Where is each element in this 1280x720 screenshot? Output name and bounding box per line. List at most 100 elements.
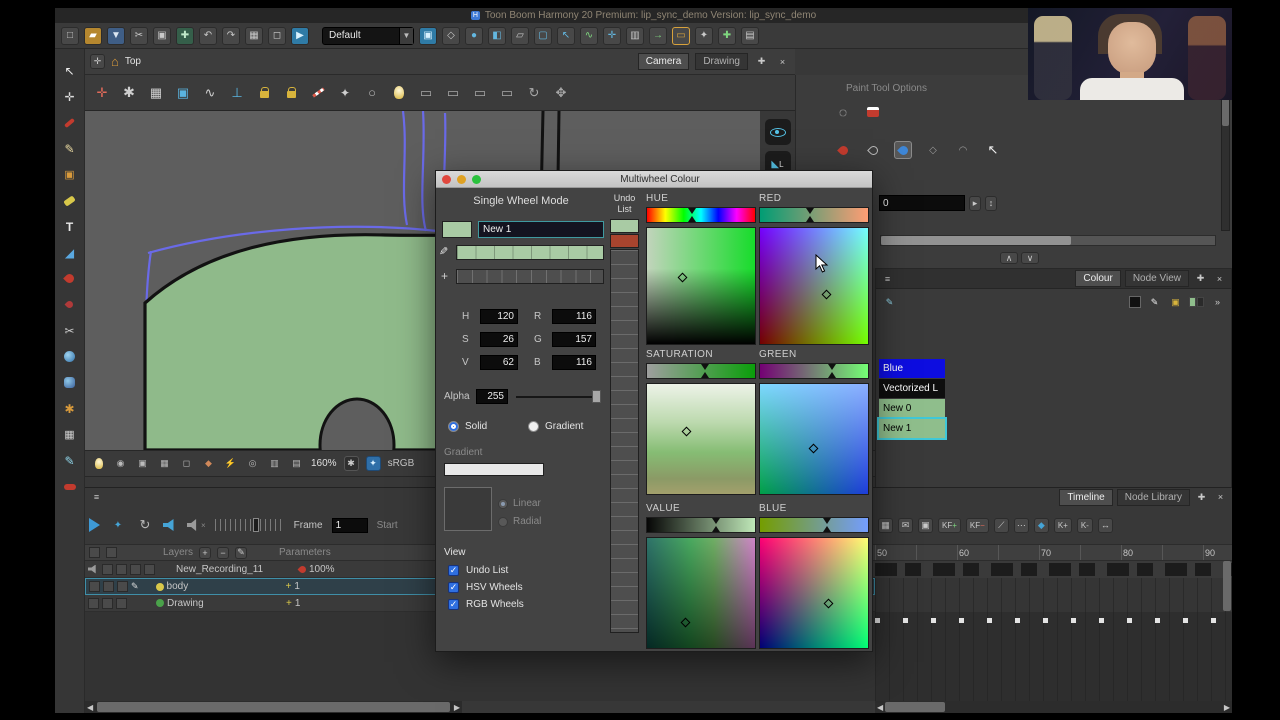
- playback-mode-icon[interactable]: [109, 516, 127, 534]
- outline-mode-icon[interactable]: [179, 456, 194, 471]
- panel-down-icon[interactable]: [1021, 252, 1039, 264]
- layer-param[interactable]: 1: [294, 581, 324, 592]
- timeline-close-view-icon[interactable]: [1213, 490, 1228, 505]
- value-square-marker[interactable]: [680, 617, 690, 628]
- layer-props-icon[interactable]: [741, 26, 759, 45]
- repaint-mode-icon[interactable]: [896, 143, 910, 157]
- red-bar[interactable]: [759, 207, 869, 223]
- blue-square-marker[interactable]: [823, 598, 834, 609]
- rotate-view-tool[interactable]: [64, 351, 75, 362]
- new-palette-icon[interactable]: [1168, 295, 1183, 310]
- workspace-dropdown[interactable]: Default ▼: [322, 26, 414, 45]
- ruler-icon[interactable]: [311, 87, 325, 98]
- light-mode-icon[interactable]: [94, 458, 103, 469]
- select-tool[interactable]: [62, 63, 77, 78]
- tab-drawing[interactable]: Drawing: [695, 53, 748, 70]
- k-plus-button[interactable]: K+: [1053, 517, 1072, 533]
- row-toggle[interactable]: [103, 581, 114, 592]
- ink-tool[interactable]: [62, 453, 77, 468]
- eraser-tool[interactable]: [63, 194, 76, 207]
- lock-icon[interactable]: [259, 87, 269, 98]
- expand-param-icon[interactable]: +: [286, 598, 292, 609]
- alpha-field[interactable]: 255: [476, 389, 508, 404]
- volume-slider-handle[interactable]: [252, 518, 259, 532]
- alpha-slider-handle[interactable]: [592, 390, 601, 403]
- paint-unpainted-icon[interactable]: [866, 143, 880, 157]
- green-square[interactable]: [759, 383, 869, 495]
- scroll-right-icon[interactable]: [1222, 703, 1232, 712]
- color-space-icon[interactable]: [365, 456, 381, 471]
- b-field[interactable]: 116: [552, 355, 596, 370]
- hand-tool[interactable]: [64, 377, 75, 388]
- hold-icon[interactable]: [1013, 517, 1029, 533]
- edit-in-place-icon[interactable]: [131, 581, 139, 592]
- grid-tool[interactable]: [62, 427, 77, 442]
- blue-square[interactable]: [759, 537, 869, 649]
- pencil-tool[interactable]: [62, 141, 77, 156]
- row-toggle[interactable]: [116, 597, 127, 609]
- add-view-icon[interactable]: [754, 54, 769, 69]
- save-icon[interactable]: [107, 26, 125, 45]
- alpha-slider-track[interactable]: [516, 396, 600, 398]
- align-bottom-icon[interactable]: [228, 84, 246, 102]
- row-toggle[interactable]: [117, 581, 128, 592]
- gradient-preview-bar[interactable]: [444, 463, 544, 476]
- saturation-square[interactable]: [646, 383, 756, 495]
- layer-param[interactable]: 1: [295, 598, 325, 609]
- panels-icon[interactable]: [626, 26, 644, 45]
- brush-tool[interactable]: [64, 117, 75, 128]
- green-bar-marker-top[interactable]: [828, 364, 837, 370]
- flat-tool-icon-4[interactable]: [498, 84, 516, 102]
- row-toggle[interactable]: [144, 563, 155, 575]
- stencil-brush-icon[interactable]: [867, 107, 879, 117]
- effects-icon[interactable]: [695, 26, 713, 45]
- unpaint-mode-icon[interactable]: [924, 141, 942, 159]
- value-bar-marker-top[interactable]: [711, 518, 720, 524]
- pick-arrow-icon[interactable]: [984, 141, 1002, 159]
- layer-name[interactable]: New_Recording_11: [176, 564, 296, 575]
- pan-icon[interactable]: [552, 84, 570, 102]
- fit-range-icon[interactable]: [1097, 517, 1113, 533]
- linear-radio[interactable]: [498, 499, 508, 509]
- colour-swatch-row[interactable]: Vectorized L: [879, 379, 945, 398]
- volume-slider[interactable]: [214, 518, 285, 532]
- field-stepper-icon[interactable]: [985, 195, 997, 211]
- curve-icon[interactable]: [580, 26, 598, 45]
- scroll-thumb[interactable]: [97, 702, 450, 712]
- overflow-icon[interactable]: [1210, 295, 1225, 310]
- frame-ruler[interactable]: 50 60 70 80 90: [875, 544, 1232, 561]
- remove-keyframe-button[interactable]: KF −: [965, 517, 989, 533]
- sound-on-icon[interactable]: [163, 519, 174, 531]
- tab-camera[interactable]: Camera: [637, 53, 690, 70]
- options-hscrollbar[interactable]: [880, 235, 1216, 246]
- thumbnail-icon[interactable]: [289, 456, 304, 471]
- scroll-right-icon[interactable]: [452, 703, 462, 712]
- rename-colour-icon[interactable]: [1147, 295, 1162, 310]
- copy-icon[interactable]: [153, 26, 171, 45]
- colour-close-view-icon[interactable]: [1212, 271, 1227, 286]
- layer-param[interactable]: 100%: [309, 564, 345, 575]
- capsule-tool[interactable]: [63, 483, 76, 490]
- close-dialog-button[interactable]: [442, 174, 451, 184]
- monitor-icon[interactable]: [135, 456, 150, 471]
- edit-colour-icon[interactable]: [882, 295, 897, 310]
- preview-icon[interactable]: [267, 456, 282, 471]
- hue-bar-marker-bottom[interactable]: [688, 216, 697, 222]
- v-field[interactable]: 62: [480, 355, 518, 370]
- zoom-level[interactable]: 160%: [311, 458, 337, 469]
- show-grid-icon[interactable]: [147, 84, 165, 102]
- status-gear-icon[interactable]: [343, 456, 359, 471]
- scale-icon[interactable]: [534, 26, 552, 45]
- colour-panel-menu-icon[interactable]: [880, 271, 895, 286]
- workspace-dropdown-arrow[interactable]: ▼: [399, 27, 413, 44]
- timeline-hscrollbar-right[interactable]: [875, 701, 1232, 713]
- workspace-view-icon[interactable]: [419, 26, 437, 45]
- add-layer-icon[interactable]: [199, 546, 212, 559]
- timeline-menu-icon[interactable]: [89, 490, 104, 505]
- translate-icon[interactable]: [465, 26, 483, 45]
- zoom-dialog-button[interactable]: [472, 174, 481, 184]
- green-bar-marker-bottom[interactable]: [828, 372, 837, 378]
- flat-tool-icon-1[interactable]: [417, 84, 435, 102]
- stamp-tool[interactable]: [62, 167, 77, 182]
- swatch-pair-icon[interactable]: [1189, 297, 1204, 307]
